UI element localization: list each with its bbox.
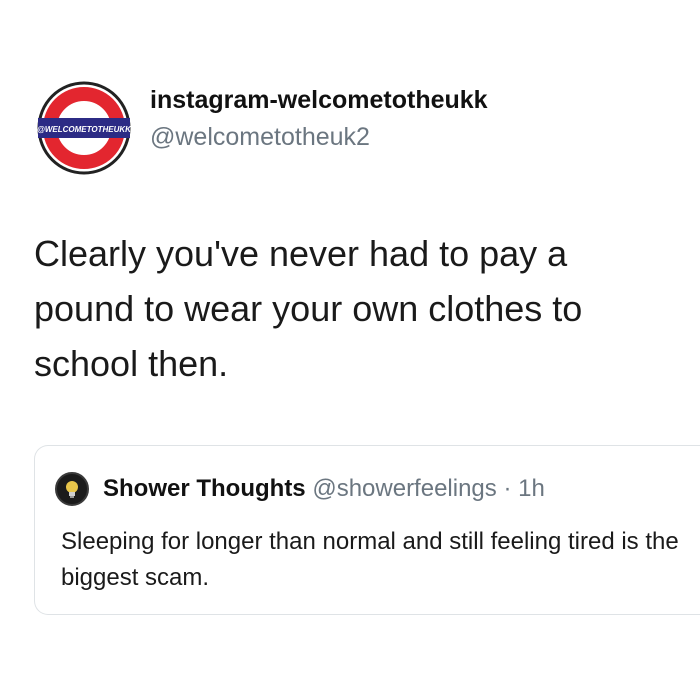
lightbulb-icon xyxy=(66,481,78,498)
quoted-author-handle[interactable]: @showerfeelings xyxy=(312,475,496,502)
roundel-logo-text: @WELCOMETOTHEUKK xyxy=(37,125,132,134)
quoted-author-avatar xyxy=(55,472,89,506)
quoted-author-name[interactable]: Shower Thoughts xyxy=(103,475,306,502)
tweet-card: @WELCOMETOTHEUKK instagram-welcometotheu… xyxy=(0,0,700,700)
roundel-logo-icon: @WELCOMETOTHEUKK xyxy=(37,81,132,175)
quoted-tweet-header: Shower Thoughts @showerfeelings · 1h xyxy=(103,475,545,503)
quoted-tweet-text: Sleeping for longer than normal and stil… xyxy=(61,528,679,591)
author-name[interactable]: instagram-welcometotheukk xyxy=(150,86,488,115)
quoted-tweet-time: · 1h xyxy=(503,475,545,502)
author-handle[interactable]: @welcometotheuk2 xyxy=(150,123,370,152)
quoted-tweet[interactable]: Shower Thoughts @showerfeelings · 1h Sle… xyxy=(34,445,700,615)
tweet-text: Clearly you've never had to pay a pound … xyxy=(34,233,583,384)
author-avatar[interactable]: @WELCOMETOTHEUKK xyxy=(36,80,132,176)
